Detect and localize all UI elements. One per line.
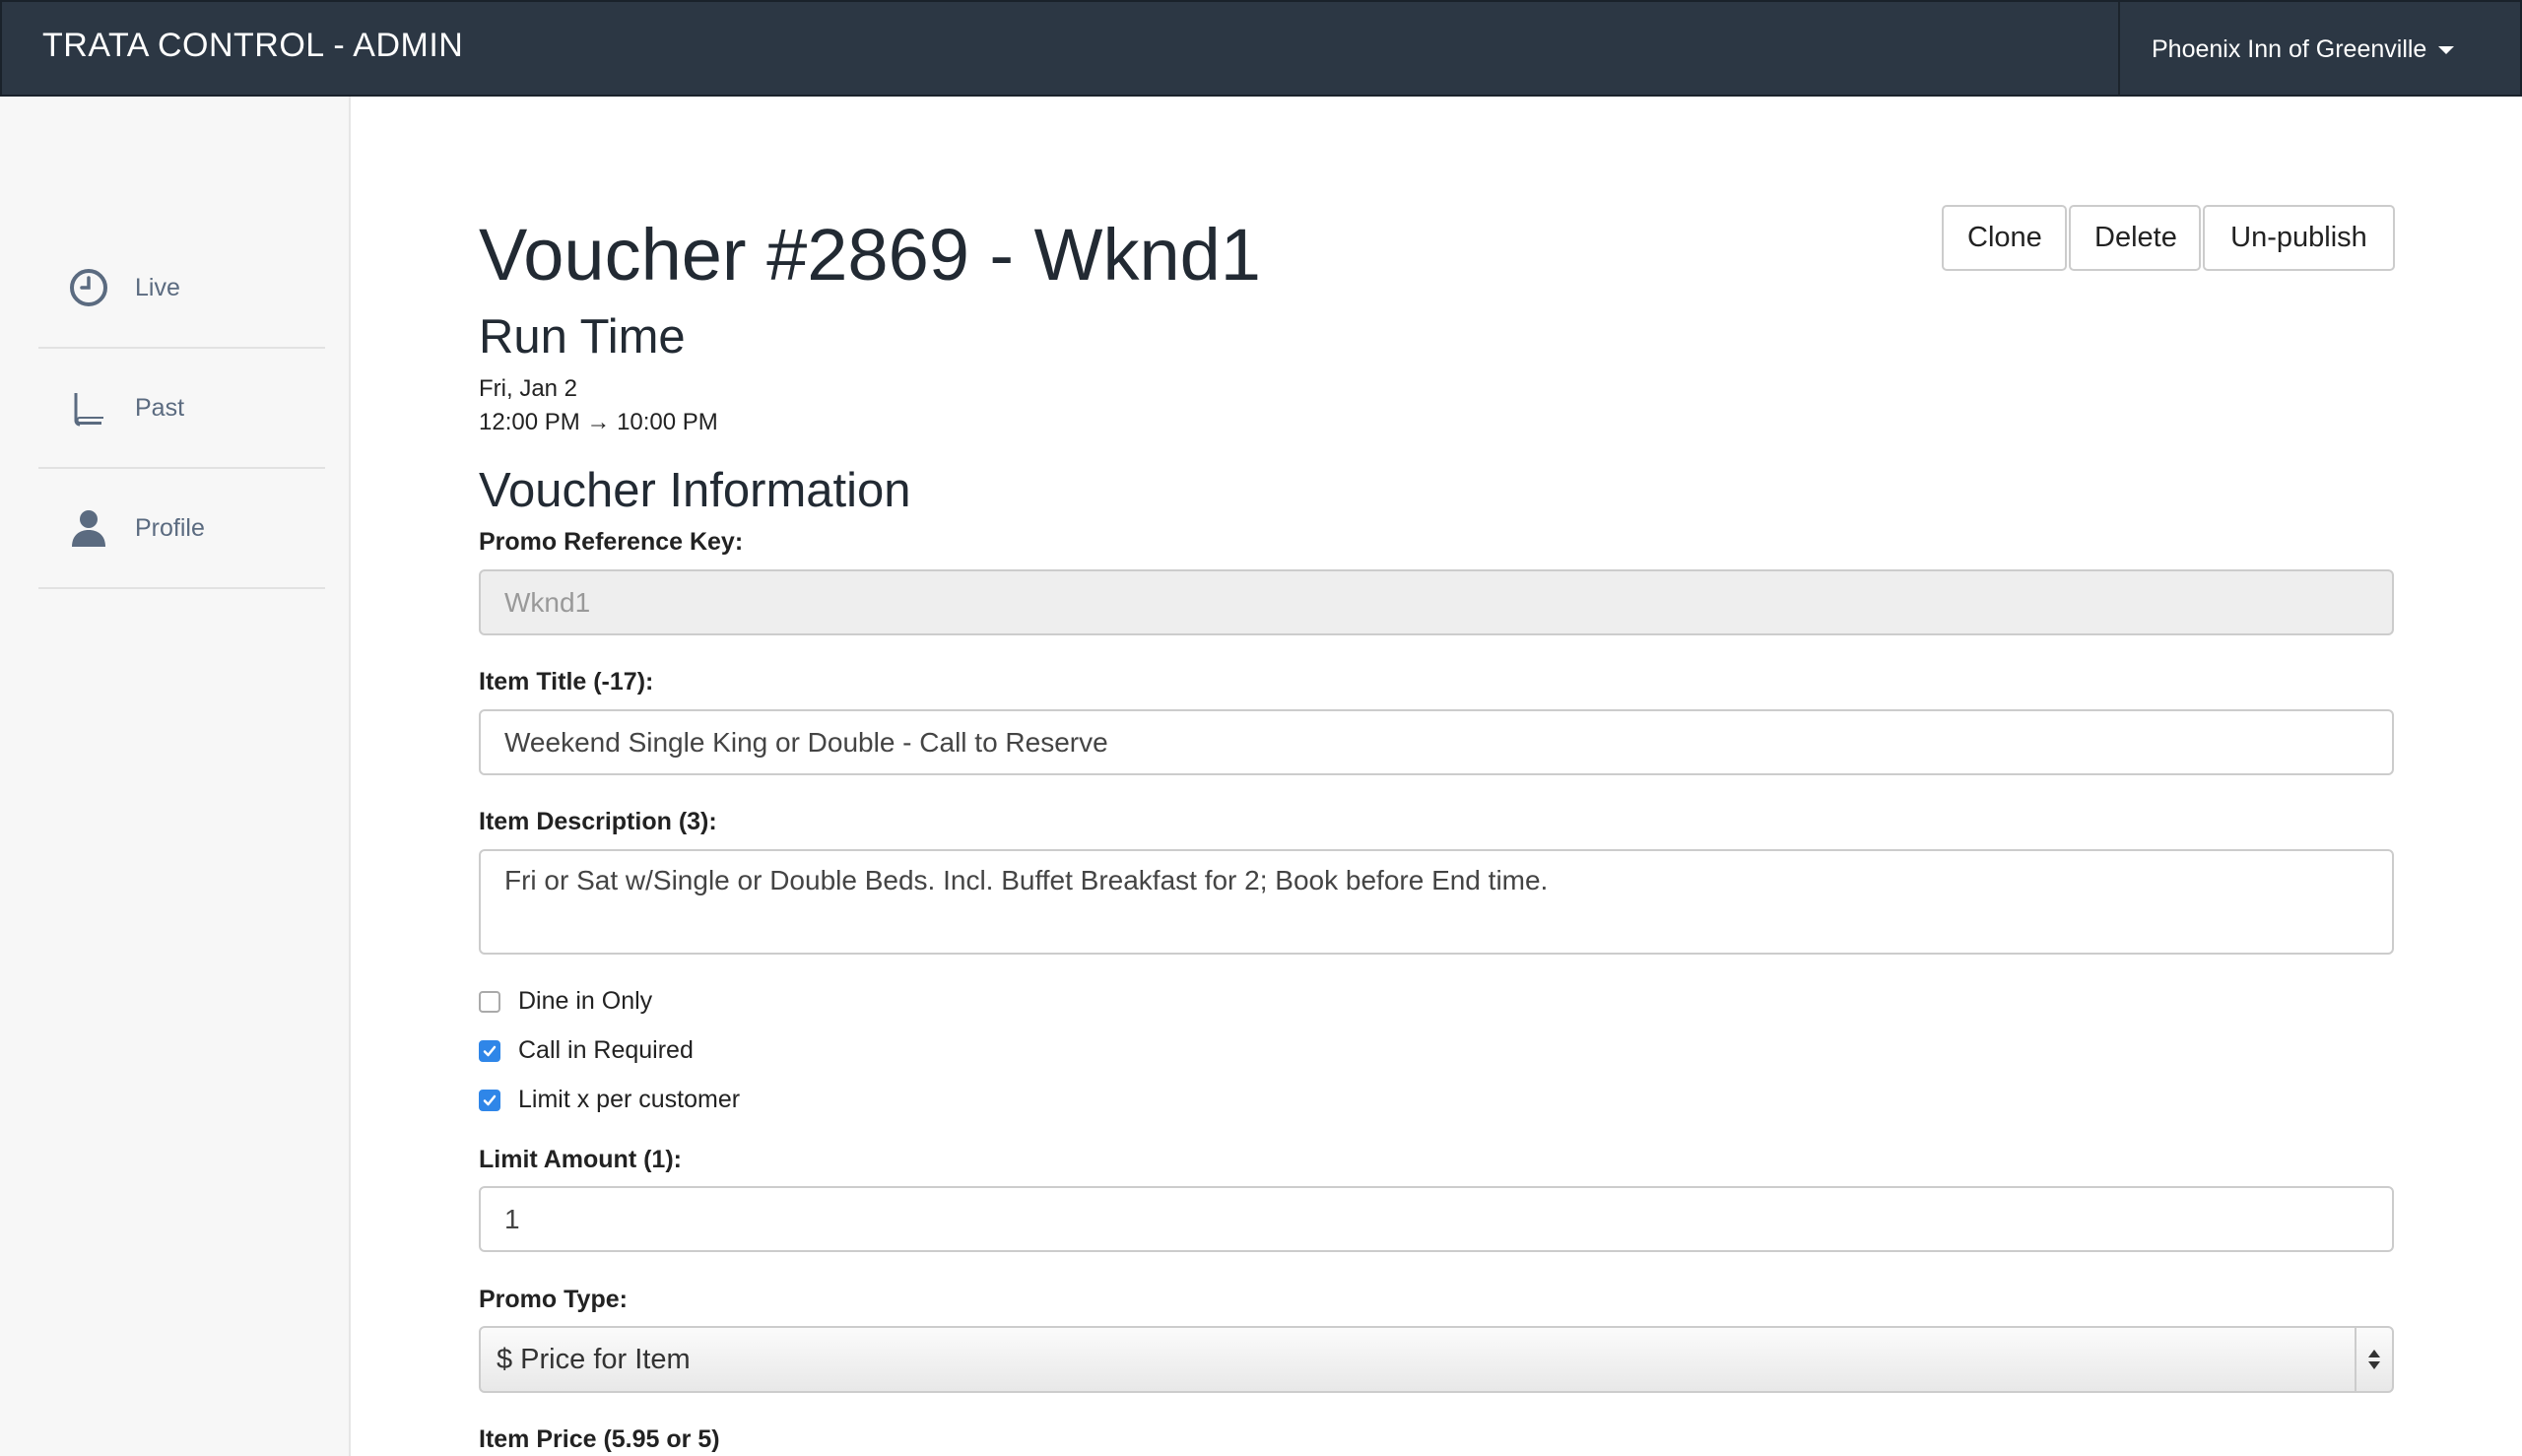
sidebar-item-label: Past — [135, 393, 185, 422]
app-title[interactable]: TRATA CONTROL - ADMIN — [42, 27, 463, 65]
clock-icon — [66, 265, 111, 310]
promo-type-label: Promo Type: — [479, 1286, 628, 1313]
navbar-divider — [2118, 2, 2120, 97]
dine-in-only-checkbox[interactable]: Dine in Only — [479, 987, 652, 1016]
checkbox-label: Dine in Only — [518, 987, 653, 1015]
run-time-range: 12:00 PM → 10:00 PM — [479, 409, 718, 435]
sidebar-item-past[interactable]: Past — [38, 349, 325, 469]
promo-type-select[interactable]: $ Price for Item — [479, 1326, 2394, 1393]
property-name: Phoenix Inn of Greenville — [2152, 35, 2427, 63]
checkbox-label: Call in Required — [518, 1036, 694, 1064]
checkbox-label: Limit x per customer — [518, 1086, 741, 1113]
checkbox-unchecked-icon[interactable] — [479, 990, 500, 1013]
sidebar: Live Past Profile — [0, 97, 351, 1456]
promo-key-label: Promo Reference Key: — [479, 528, 744, 556]
select-arrows-icon — [2355, 1328, 2392, 1391]
action-button-group: Clone Delete Un-publish — [1942, 205, 2395, 271]
call-in-required-checkbox[interactable]: Call in Required — [479, 1036, 694, 1065]
promo-key-field — [479, 569, 2394, 635]
user-icon — [66, 505, 111, 551]
item-title-label: Item Title (-17): — [479, 668, 654, 695]
unpublish-button[interactable]: Un-publish — [2203, 205, 2395, 271]
limit-per-customer-checkbox[interactable]: Limit x per customer — [479, 1086, 740, 1114]
caret-down-icon — [2438, 45, 2455, 54]
item-title-field[interactable] — [479, 709, 2394, 775]
checkbox-checked-icon[interactable] — [479, 1089, 500, 1111]
item-description-field[interactable]: Fri or Sat w/Single or Double Beds. Incl… — [479, 849, 2394, 955]
item-description-label: Item Description (3): — [479, 808, 717, 835]
promo-type-selected: $ Price for Item — [497, 1343, 691, 1375]
sidebar-item-profile[interactable]: Profile — [38, 469, 325, 589]
run-time-heading: Run Time — [479, 310, 686, 364]
sidebar-item-live[interactable]: Live — [38, 229, 325, 349]
run-date: Fri, Jan 2 — [479, 375, 578, 402]
sidebar-item-label: Profile — [135, 513, 205, 542]
limit-amount-label: Limit Amount (1): — [479, 1146, 682, 1173]
item-price-label: Item Price (5.95 or 5) — [479, 1425, 720, 1453]
clone-button[interactable]: Clone — [1942, 205, 2067, 271]
top-navbar: TRATA CONTROL - ADMIN Phoenix Inn of Gre… — [0, 0, 2522, 97]
limit-amount-field[interactable] — [479, 1186, 2394, 1252]
page-title: Voucher #2869 - Wknd1 — [479, 214, 1261, 296]
delete-button[interactable]: Delete — [2069, 205, 2201, 271]
book-icon — [66, 385, 111, 430]
voucher-info-heading: Voucher Information — [479, 464, 911, 517]
sidebar-item-label: Live — [135, 273, 180, 301]
checkbox-checked-icon[interactable] — [479, 1039, 500, 1062]
property-dropdown[interactable]: Phoenix Inn of Greenville — [2152, 35, 2455, 64]
